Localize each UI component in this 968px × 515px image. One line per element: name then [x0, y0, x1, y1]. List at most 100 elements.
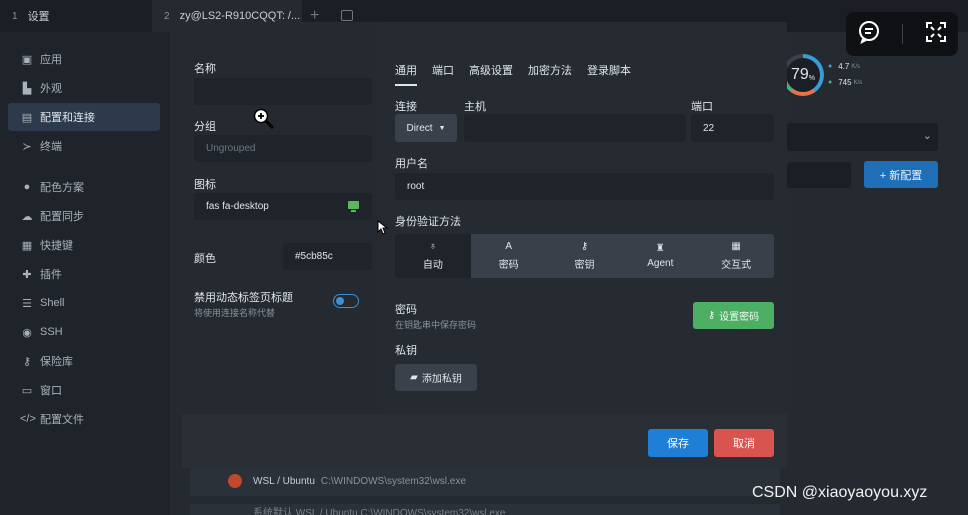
sidebar-item-label: 插件: [40, 269, 62, 281]
icon-input[interactable]: fas fa-desktop: [194, 193, 372, 220]
sidebar-item-label: 快捷键: [40, 240, 73, 252]
host-input[interactable]: [464, 114, 686, 142]
auth-option-label: 密码: [498, 260, 519, 271]
palette-icon: ●: [23, 181, 31, 193]
tab-label: 设置: [27, 11, 50, 23]
upload-dot-icon: ●: [828, 63, 833, 70]
sidebar-item-8[interactable]: ☰ Shell: [8, 289, 160, 317]
font-icon: A: [505, 241, 513, 252]
net-download: ● 745 K/s: [828, 78, 863, 87]
auth-option-3[interactable]: ♜ Agent: [622, 234, 698, 278]
tab-0[interactable]: 通用: [395, 62, 417, 86]
tab-4[interactable]: 登录脚本: [587, 62, 631, 86]
sidebar-item-7[interactable]: ✚ 插件: [8, 260, 160, 288]
auth-option-label: 密钥: [574, 260, 595, 271]
sidebar-item-10[interactable]: ⚷ 保险库: [8, 347, 160, 375]
bulb-icon: ♁: [429, 241, 437, 252]
auth-option-label: 交互式: [721, 260, 752, 271]
sidebar-item-1[interactable]: ▙ 外观: [8, 74, 160, 102]
puzzle-icon: ✚: [22, 268, 32, 281]
color-input[interactable]: #5cb85c: [283, 243, 372, 270]
key-icon: ⚷: [580, 241, 589, 252]
window-layout-icon[interactable]: [341, 10, 353, 21]
download-dot-icon: ●: [828, 79, 833, 86]
sidebar-item-label: 配色方案: [40, 182, 84, 194]
keyboard-icon: ▦: [21, 239, 33, 252]
password-sub: 在钥匙串中保存密码: [395, 320, 477, 330]
cancel-button[interactable]: 取消: [714, 429, 774, 457]
disable-title-label: 禁用动态标签页标题: [194, 292, 293, 304]
sidebar-item-5[interactable]: ☁ 配置同步: [8, 202, 160, 230]
list-item[interactable]: WSL / Ubuntu C:\WINDOWS\system32\wsl.exe: [190, 466, 780, 496]
profile-filter-input[interactable]: [787, 162, 851, 188]
sidebar-item-12[interactable]: </> 配置文件: [8, 405, 160, 433]
sidebar-item-label: SSH: [40, 326, 63, 338]
username-input[interactable]: root: [395, 173, 774, 200]
auth-option-label: Agent: [647, 258, 674, 269]
tab-3[interactable]: 加密方法: [528, 62, 572, 86]
sidebar-item-6[interactable]: ▦ 快捷键: [8, 231, 160, 259]
auth-method-selector: ♁ 自动 A 密码 ⚷ 密钥 ♜ Agent ▦ 交互式: [395, 234, 774, 278]
bars-icon: ☰: [22, 297, 32, 310]
app-window: 1 设置 2 zy@LS2-R910CQQT: /... + ▣ 应用 ▙ 外观 ▤ 配置…: [0, 0, 968, 515]
ubuntu-icon: [228, 474, 242, 488]
key-icon: ⚷: [707, 310, 716, 321]
cloud-icon: ☁: [21, 210, 33, 223]
window-icon: ▭: [21, 384, 33, 397]
name-input[interactable]: [194, 78, 372, 105]
sidebar-item-2[interactable]: ▤ 配置和连接: [8, 103, 160, 131]
comment-icon[interactable]: [857, 20, 881, 49]
sidebar-item-0[interactable]: ▣ 应用: [8, 45, 160, 73]
sidebar-item-label: 配置文件: [40, 414, 84, 426]
gauge-value: 79: [790, 66, 809, 83]
set-password-button[interactable]: ⚷ 设置密码: [693, 302, 774, 329]
connection-label: 连接: [395, 101, 417, 113]
disable-title-sub: 将使用连接名称代替: [194, 308, 276, 318]
port-input[interactable]: 22: [691, 114, 774, 142]
sidebar-item-4[interactable]: ● 配色方案: [8, 173, 160, 201]
auth-option-0[interactable]: ♁ 自动: [395, 234, 471, 278]
settings-sidebar: ▣ 应用 ▙ 外观 ▤ 配置和连接 ≻ 终端 ● 配色方案 ☁ 配置同步 ▦ 快捷键 ✚ 插件 ☰ Shell ◉ S…: [0, 32, 170, 515]
folder-open-icon: ▰: [410, 372, 418, 383]
caret-down-icon: ▼: [438, 124, 446, 132]
username-label: 用户名: [395, 158, 428, 170]
sidebar-item-9[interactable]: ◉ SSH: [8, 318, 160, 346]
disable-title-toggle[interactable]: [333, 294, 359, 308]
private-key-label: 私钥: [395, 345, 417, 357]
fullscreen-icon[interactable]: [925, 21, 947, 48]
tab-settings[interactable]: 1 设置: [12, 0, 50, 32]
connection-dropdown[interactable]: Direct ▼: [395, 114, 457, 142]
sidebar-item-label: 窗口: [40, 385, 62, 397]
add-private-key-button[interactable]: ▰ 添加私钥: [395, 364, 477, 391]
agent-icon: ♜: [655, 243, 665, 254]
arrow-cursor-icon: [377, 220, 389, 235]
toolbar-divider: [902, 24, 904, 44]
new-config-button[interactable]: + 新配置: [864, 161, 938, 188]
tab-number: 1: [12, 10, 18, 22]
list-icon: ▤: [21, 111, 33, 124]
sidebar-item-label: 保险库: [40, 356, 73, 368]
auth-option-2[interactable]: ⚷ 密钥: [547, 234, 623, 278]
sidebar-item-label: Shell: [40, 297, 65, 309]
auth-option-1[interactable]: A 密码: [471, 234, 547, 278]
sidebar-item-11[interactable]: ▭ 窗口: [8, 376, 160, 404]
sidebar-item-label: 应用: [40, 54, 62, 66]
desktop-icon: [348, 201, 359, 209]
sidebar-item-3[interactable]: ≻ 终端: [8, 132, 160, 160]
auth-option-4[interactable]: ▦ 交互式: [698, 234, 774, 278]
profile-tabs: 通用 端口 高级设置 加密方法 登录脚本: [395, 62, 646, 86]
edit-profile-modal: 名称 分组 Ungrouped 图标 fas fa-desktop 颜色 #5c…: [182, 22, 787, 468]
paint-icon: ▙: [22, 82, 32, 95]
globe-icon: ◉: [22, 326, 32, 339]
sidebar-item-label: 终端: [40, 141, 62, 153]
list-item[interactable]: 系统默认 WSL / Ubuntu C:\WINDOWS\system32\ws…: [190, 504, 780, 515]
cpu-gauge: 79%: [782, 54, 824, 96]
net-upload: ● 4.7 K/s: [828, 62, 861, 71]
tab-1[interactable]: 端口: [432, 62, 454, 86]
profile-select[interactable]: ⌄: [787, 123, 938, 151]
save-icon: ▣: [21, 53, 33, 66]
tab-2[interactable]: 高级设置: [469, 62, 513, 86]
save-button[interactable]: 保存: [648, 429, 708, 457]
key-icon: ⚷: [22, 355, 32, 368]
group-input[interactable]: Ungrouped: [194, 135, 372, 162]
